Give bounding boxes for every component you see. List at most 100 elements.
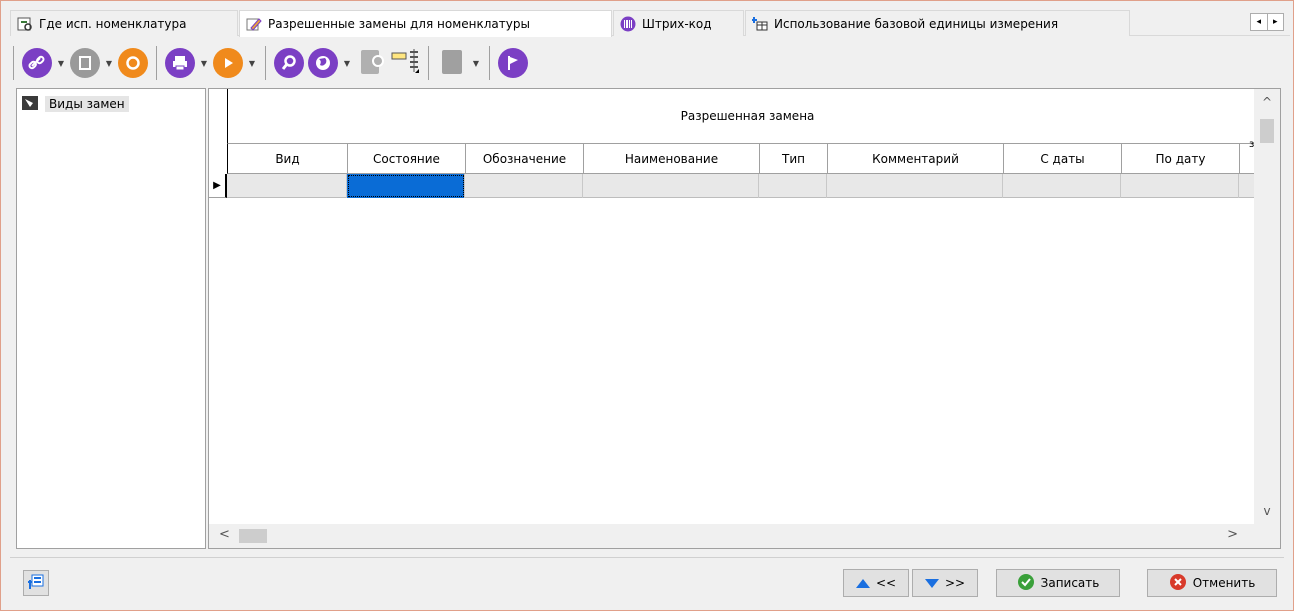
base-unit-icon	[751, 16, 768, 32]
table-cell[interactable]	[1121, 174, 1239, 198]
print-button[interactable]	[163, 46, 197, 80]
toolbar-separator	[156, 46, 157, 80]
scroll-left-button[interactable]: <	[219, 527, 230, 542]
tab-where-used[interactable]: Где исп. номенклатура	[10, 10, 238, 36]
globe-button[interactable]	[306, 46, 340, 80]
play-dropdown[interactable]: ▼	[245, 46, 259, 80]
next-record-button[interactable]: >>	[912, 569, 978, 597]
column-header-type[interactable]: Тип	[760, 144, 828, 174]
column-header-comment[interactable]: Комментарий	[828, 144, 1004, 174]
horizontal-scrollbar[interactable]: < >	[209, 524, 1280, 548]
replacement-types-icon	[21, 95, 39, 114]
tree-item-label: Виды замен	[45, 96, 129, 112]
globe-dropdown[interactable]: ▼	[340, 46, 354, 80]
flag-button[interactable]	[496, 46, 530, 80]
link-icon	[22, 48, 52, 78]
window-frame: Где исп. номенклатура Разрешенные замены…	[0, 0, 1294, 611]
tab-scroll-left-button[interactable]: ◂	[1251, 14, 1267, 30]
toolbar: ▼ ▼ ▼ ▼ ▼ ▼	[13, 41, 753, 85]
options-button[interactable]	[23, 570, 49, 596]
report-icon	[437, 47, 467, 80]
tab-label: Разрешенные замены для номенклатуры	[268, 17, 530, 31]
check-icon	[1017, 573, 1035, 594]
scroll-right-button[interactable]: >	[1227, 527, 1238, 542]
document-icon	[70, 48, 100, 78]
column-header-name[interactable]: Наименование	[584, 144, 760, 174]
band-header-label: Разрешенная замена	[680, 109, 815, 123]
print-dropdown[interactable]: ▼	[197, 46, 211, 80]
search-button[interactable]	[272, 46, 306, 80]
play-button[interactable]	[211, 46, 245, 80]
tab-label: Использование базовой единицы измерения	[774, 16, 1059, 31]
scroll-up-button[interactable]: ^	[1254, 95, 1280, 109]
where-used-icon	[17, 16, 33, 32]
table-row[interactable]	[227, 174, 1254, 198]
save-button[interactable]: Записать	[996, 569, 1120, 597]
print-icon	[165, 48, 195, 78]
report-dropdown[interactable]: ▼	[469, 46, 483, 80]
tab-barcode[interactable]: Штрих-код	[613, 10, 744, 36]
columns-button[interactable]	[388, 46, 422, 80]
globe-icon	[308, 48, 338, 78]
report-button[interactable]	[435, 46, 469, 80]
tab-label: Штрих-код	[642, 16, 712, 31]
export-icon	[356, 47, 386, 80]
previous-record-label: <<	[875, 576, 897, 590]
document-button[interactable]	[68, 46, 102, 80]
row-indicator: ▶	[209, 174, 227, 198]
search-icon	[274, 48, 304, 78]
toolbar-separator	[428, 46, 429, 80]
toolbar-separator	[13, 46, 14, 80]
cancel-icon	[1169, 573, 1187, 594]
scroll-down-button[interactable]: v	[1254, 504, 1280, 518]
replacements-grid: Разрешенная замена з: Вид Состояние Обоз…	[208, 88, 1281, 549]
table-cell[interactable]	[465, 174, 583, 198]
link-button[interactable]	[20, 46, 54, 80]
cancel-button[interactable]: Отменить	[1147, 569, 1277, 597]
cancel-button-label: Отменить	[1192, 576, 1256, 590]
play-icon	[213, 48, 243, 78]
band-header: Разрешенная замена	[227, 89, 1254, 144]
table-cell-selected[interactable]	[347, 174, 465, 198]
table-cell[interactable]	[583, 174, 759, 198]
table-cell[interactable]	[227, 174, 347, 198]
tab-scroll-buttons: ◂ ▸	[1250, 13, 1284, 31]
table-cell[interactable]	[759, 174, 827, 198]
options-icon	[27, 573, 45, 594]
horizontal-scroll-thumb[interactable]	[239, 529, 267, 543]
tab-bar: Где исп. номенклатура Разрешенные замены…	[10, 10, 1290, 37]
document-dropdown[interactable]: ▼	[102, 46, 116, 80]
vertical-scroll-thumb[interactable]	[1260, 119, 1274, 143]
tree-item-replacement-types[interactable]: Виды замен	[21, 94, 129, 114]
refresh-button[interactable]	[116, 46, 150, 80]
toolbar-separator	[489, 46, 490, 80]
column-header-designation[interactable]: Обозначение	[466, 144, 584, 174]
export-button[interactable]	[354, 46, 388, 80]
replacement-types-tree: Виды замен	[16, 88, 206, 549]
table-cell[interactable]	[1003, 174, 1121, 198]
table-cell[interactable]	[827, 174, 1003, 198]
arrow-down-icon	[924, 578, 939, 588]
edit-replacement-icon	[246, 16, 262, 32]
tab-scroll-right-button[interactable]: ▸	[1266, 14, 1284, 30]
footer-divider	[10, 557, 1284, 558]
column-header-date-from[interactable]: С даты	[1004, 144, 1122, 174]
columns-icon	[390, 47, 420, 80]
grid-viewport: Разрешенная замена з: Вид Состояние Обоз…	[209, 89, 1254, 524]
tab-label: Где исп. номенклатура	[39, 16, 187, 31]
tab-allowed-replacements[interactable]: Разрешенные замены для номенклатуры	[239, 10, 612, 37]
toolbar-separator	[265, 46, 266, 80]
previous-record-button[interactable]: <<	[843, 569, 909, 597]
vertical-scrollbar[interactable]: ^ v	[1254, 89, 1280, 524]
column-header-row: Вид Состояние Обозначение Наименование Т…	[227, 144, 1254, 174]
link-dropdown[interactable]: ▼	[54, 46, 68, 80]
tab-base-unit[interactable]: Использование базовой единицы измерения	[745, 10, 1130, 36]
column-header-kind[interactable]: Вид	[228, 144, 348, 174]
refresh-icon	[118, 48, 148, 78]
next-record-label: >>	[944, 576, 966, 590]
arrow-up-icon	[855, 578, 870, 588]
column-header-state[interactable]: Состояние	[348, 144, 466, 174]
column-header-date-to[interactable]: По дату	[1122, 144, 1240, 174]
barcode-icon	[620, 16, 636, 32]
save-button-label: Записать	[1040, 576, 1100, 590]
